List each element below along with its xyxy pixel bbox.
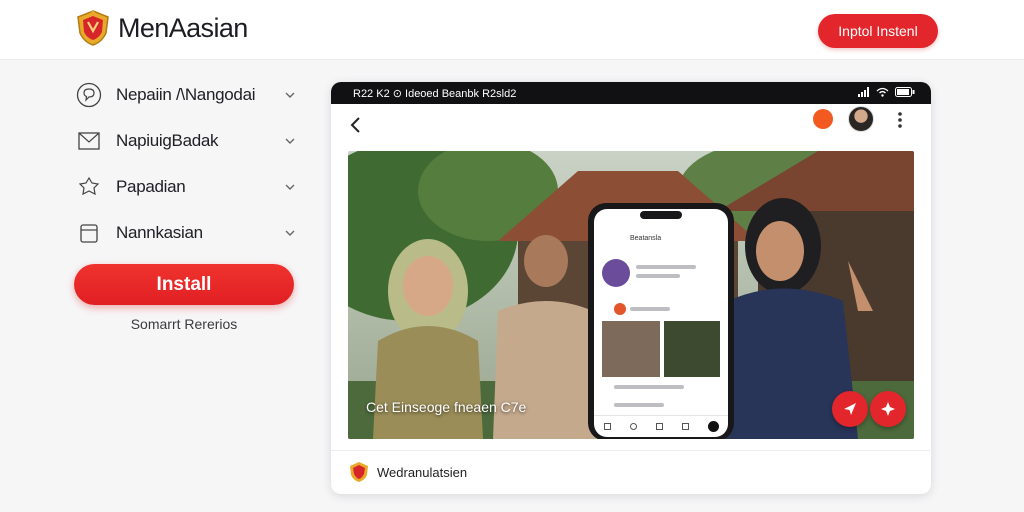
sparkle-icon xyxy=(881,402,895,416)
status-bar: R22 K2 ⊙ Ideoed Beanbk R2sld2 xyxy=(331,82,931,104)
avatar xyxy=(614,303,626,315)
chevron-down-icon xyxy=(285,92,295,98)
phone-screen-title: Beatansla xyxy=(630,235,662,242)
sidebar-item-3[interactable]: Papadian xyxy=(76,170,296,204)
back-arrow-icon[interactable] xyxy=(345,114,367,136)
chat-bubble-icon xyxy=(76,82,102,108)
sidebar-item-2[interactable]: NapiuigBadak xyxy=(76,124,296,158)
sidebar-item-4[interactable]: Nannkasian xyxy=(76,216,296,250)
sidebar-item-label: Nannkasian xyxy=(116,223,203,242)
text-line xyxy=(614,385,684,389)
text-line xyxy=(636,274,680,278)
sidebar-item-1[interactable]: Nepaiin /\Nangodai xyxy=(76,78,296,112)
battery-icon xyxy=(895,87,915,97)
action-button[interactable] xyxy=(870,391,906,427)
app-bar xyxy=(331,104,931,146)
device-preview: R22 K2 ⊙ Ideoed Beanbk R2sld2 Beatansla … xyxy=(331,82,931,494)
brand-name[interactable]: MenAasian xyxy=(118,13,248,44)
search-icon xyxy=(629,423,637,430)
hero-caption: Cet Einseoge fneaen C7e xyxy=(366,399,527,415)
hero-image[interactable]: Beatansla Cet Einseoge fneaen C7e xyxy=(348,151,914,439)
sidebar-item-label: NapiuigBadak xyxy=(116,131,219,150)
sidebar-item-label: Papadian xyxy=(116,177,186,196)
shapes-icon xyxy=(76,174,102,200)
avatar xyxy=(602,259,630,287)
install-button[interactable]: Install xyxy=(74,264,294,305)
home-icon xyxy=(603,423,611,430)
more-options-icon[interactable] xyxy=(892,110,908,130)
sub-link[interactable]: Somarrt Rererios xyxy=(74,316,294,332)
top-header: MenAasian Inptol Instenl xyxy=(0,0,1024,60)
phone-nav-bar xyxy=(594,415,728,437)
send-icon xyxy=(844,403,856,415)
text-line xyxy=(614,403,664,407)
chevron-down-icon xyxy=(285,184,295,190)
wifi-icon xyxy=(876,87,889,97)
add-icon xyxy=(655,423,663,430)
phone-notch xyxy=(640,211,682,219)
status-text: R22 K2 ⊙ Ideoed Beanbk R2sld2 xyxy=(353,87,517,100)
brand-logo-icon xyxy=(350,462,368,482)
text-line xyxy=(636,265,696,269)
device-footer: Wedranulatsien xyxy=(331,450,931,494)
chevron-down-icon xyxy=(285,230,295,236)
phone-screen: Beatansla xyxy=(594,209,728,437)
header-install-button[interactable]: Inptol Instenl xyxy=(818,14,938,48)
post-image xyxy=(664,321,720,377)
brand-logo-icon[interactable] xyxy=(74,9,112,47)
message-icon xyxy=(681,423,689,430)
text-line xyxy=(630,307,670,311)
bag-icon xyxy=(76,220,102,246)
phone-mockup: Beatansla xyxy=(588,203,734,439)
chevron-down-icon xyxy=(285,138,295,144)
footer-label: Wedranulatsien xyxy=(377,465,468,480)
post-image xyxy=(602,321,660,377)
signal-icon xyxy=(858,87,869,97)
sidebar-item-label: Nepaiin /\Nangodai xyxy=(116,85,256,104)
profile-icon xyxy=(707,421,719,432)
avatar[interactable] xyxy=(848,106,874,132)
notification-icon[interactable] xyxy=(813,109,833,129)
share-button[interactable] xyxy=(832,391,868,427)
envelope-icon xyxy=(76,128,102,154)
